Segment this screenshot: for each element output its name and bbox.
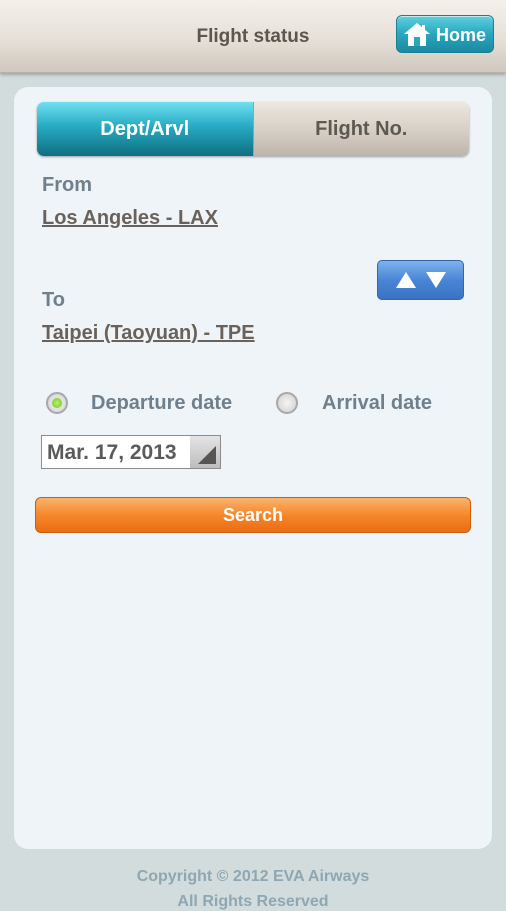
tab-dept-arvl[interactable]: Dept/Arvl: [37, 102, 253, 156]
arrow-down-icon: [425, 272, 446, 288]
home-button[interactable]: Home: [396, 15, 494, 53]
date-value: Mar. 17, 2013: [47, 441, 177, 464]
date-picker-field[interactable]: Mar. 17, 2013: [41, 435, 221, 469]
swap-airports-button[interactable]: [377, 260, 464, 300]
departure-date-radio[interactable]: [46, 392, 68, 414]
search-mode-tabs: Dept/Arvl Flight No.: [37, 102, 469, 156]
from-airport-link[interactable]: Los Angeles - LAX: [42, 207, 218, 230]
from-label: From: [42, 174, 92, 196]
arrival-date-radio[interactable]: [276, 392, 298, 414]
arrival-date-label: Arrival date: [322, 392, 433, 414]
rights-text: All Rights Reserved: [177, 893, 329, 910]
copyright-text: Copyright © 2012 EVA Airways: [136, 868, 370, 885]
to-airport-link[interactable]: Taipei (Taoyuan) - TPE: [42, 322, 255, 345]
corner-triangle-icon: [198, 446, 216, 464]
home-button-label: Home: [436, 25, 487, 45]
house-icon: [404, 23, 430, 46]
tab-flight-no[interactable]: Flight No.: [252, 102, 469, 156]
search-button[interactable]: Search: [35, 497, 471, 533]
to-label: To: [42, 289, 65, 311]
top-bar: Flight status Home: [0, 0, 506, 73]
departure-date-label: Departure date: [91, 392, 233, 414]
arrow-up-icon: [395, 272, 416, 288]
date-dropdown-handle[interactable]: [190, 436, 220, 468]
